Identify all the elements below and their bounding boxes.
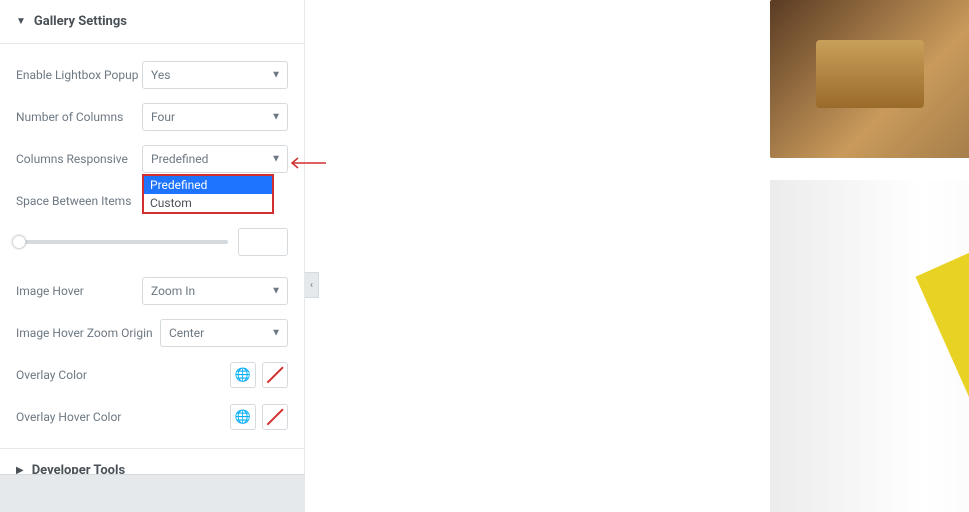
select-hover-origin[interactable]: Center ▼ (160, 319, 288, 347)
section-title: Gallery Settings (34, 14, 127, 29)
label-lightbox: Enable Lightbox Popup (16, 68, 142, 82)
chevron-down-icon: ▼ (271, 154, 281, 165)
row-overlay-color: Overlay Color 🌐 (16, 354, 288, 396)
gallery-image (770, 180, 969, 512)
slider-value-input[interactable] (238, 228, 288, 256)
slider-space (16, 222, 288, 270)
select-columns[interactable]: Four ▼ (142, 103, 288, 131)
chevron-down-icon: ▼ (271, 328, 281, 339)
label-responsive: Columns Responsive (16, 152, 142, 166)
select-hover[interactable]: Zoom In ▼ (142, 277, 288, 305)
row-columns: Number of Columns Four ▼ (16, 96, 288, 138)
annotation-arrow (288, 155, 328, 174)
select-lightbox-value: Yes (151, 68, 170, 82)
label-hover: Image Hover (16, 284, 142, 298)
settings-sidebar: ▼ Gallery Settings Enable Lightbox Popup… (0, 0, 305, 512)
gallery-settings-body: Enable Lightbox Popup Yes ▼ Number of Co… (0, 44, 304, 438)
label-overlay: Overlay Color (16, 368, 142, 382)
global-color-button[interactable]: 🌐 (230, 404, 256, 430)
color-picker-button[interactable] (262, 404, 288, 430)
row-hover: Image Hover Zoom In ▼ (16, 270, 288, 312)
gallery-image (770, 0, 969, 158)
select-hover-origin-value: Center (169, 326, 204, 340)
label-hover-origin: Image Hover Zoom Origin (16, 326, 160, 340)
section-gallery-settings[interactable]: ▼ Gallery Settings (0, 0, 304, 44)
globe-icon: 🌐 (235, 410, 251, 425)
sidebar-footer (0, 474, 305, 512)
option-custom[interactable]: Custom (144, 194, 272, 212)
label-columns: Number of Columns (16, 110, 142, 124)
select-lightbox[interactable]: Yes ▼ (142, 61, 288, 89)
globe-icon: 🌐 (235, 368, 251, 383)
image-content (915, 180, 969, 512)
chevron-down-icon: ▼ (271, 112, 281, 123)
select-responsive[interactable]: Predefined ▼ (142, 145, 288, 173)
row-hover-origin: Image Hover Zoom Origin Center ▼ (16, 312, 288, 354)
label-space: Space Between Items (16, 194, 142, 208)
global-color-button[interactable]: 🌐 (230, 362, 256, 388)
label-overlay-hover: Overlay Hover Color (16, 410, 142, 424)
select-hover-value: Zoom In (151, 284, 195, 298)
row-lightbox: Enable Lightbox Popup Yes ▼ (16, 54, 288, 96)
slider-track[interactable] (16, 240, 228, 244)
select-columns-value: Four (151, 110, 175, 124)
slider-thumb[interactable] (12, 235, 26, 249)
dropdown-responsive-options: Predefined Custom (142, 174, 274, 214)
color-picker-button[interactable] (262, 362, 288, 388)
option-predefined[interactable]: Predefined (144, 176, 272, 194)
chevron-down-icon: ▼ (271, 70, 281, 81)
select-responsive-value: Predefined (151, 152, 208, 166)
caret-down-icon: ▼ (16, 16, 26, 27)
chevron-down-icon: ▼ (271, 286, 281, 297)
preview-canvas (305, 0, 969, 512)
row-overlay-hover-color: Overlay Hover Color 🌐 (16, 396, 288, 438)
